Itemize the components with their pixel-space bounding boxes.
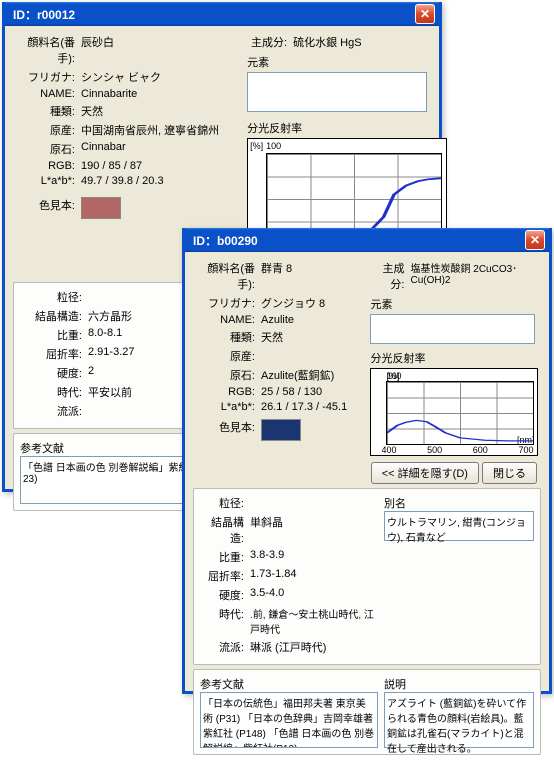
tick: 400	[381, 445, 396, 455]
label: 屈折率:	[20, 346, 88, 362]
label: 主成分:	[247, 34, 293, 50]
tick: 600	[473, 445, 488, 455]
kind: 天然	[261, 329, 367, 345]
alias-box[interactable]: ウルトラマリン, 紺青(コンジョウ), 石青など	[384, 511, 534, 541]
label: 粒径:	[200, 495, 250, 511]
label: 時代:	[200, 606, 250, 622]
window-title: ID：b00290	[189, 232, 525, 249]
color-swatch	[81, 197, 121, 219]
furigana: グンジョウ 8	[261, 295, 367, 311]
rgb: 190 / 85 / 87	[81, 160, 243, 172]
pigment-name: 群青 8	[261, 260, 367, 276]
label: NAME:	[193, 314, 261, 326]
desc-label: 説明	[384, 676, 534, 692]
era: .前, 鎌倉～安土桃山時代, 江戸時代	[250, 606, 378, 636]
furigana: シンシャ ビャク	[81, 69, 243, 85]
label: 原産:	[193, 348, 261, 364]
name-en: Cinnabarite	[81, 88, 243, 100]
rgb: 25 / 58 / 130	[261, 386, 367, 398]
label: 時代:	[20, 384, 88, 400]
label: RGB:	[193, 386, 261, 398]
element-box[interactable]	[370, 314, 535, 344]
tick: 700	[518, 445, 533, 455]
window-title: ID：r00012	[9, 6, 415, 23]
label: 原産:	[13, 122, 81, 138]
composition: 塩基性炭酸銅 2CuCO3･Cu(OH)2	[410, 260, 541, 286]
origin: 中国湖南省辰州, 遼寧省錦州	[81, 122, 243, 138]
label: 結晶構造:	[20, 308, 88, 324]
titlebar[interactable]: ID：b00290 ✕	[185, 228, 549, 252]
label: RGB:	[13, 160, 81, 172]
label: 比重:	[20, 327, 88, 343]
label: 硬度:	[200, 587, 250, 603]
y-unit: [%]	[250, 141, 263, 151]
description-box[interactable]: アズライト (藍銅鉱)を砕いて作られる青色の顔料(岩絵具)。藍銅鉱は孔雀石(マラ…	[384, 692, 534, 748]
label: 種類:	[193, 329, 261, 345]
raw-stone: Cinnabar	[81, 141, 243, 153]
label: 流派:	[20, 403, 88, 419]
label: 原石:	[13, 141, 81, 157]
label: 流派:	[200, 639, 250, 655]
label: 色見本:	[13, 197, 81, 213]
kind: 天然	[81, 103, 243, 119]
y-top: 100	[386, 371, 401, 381]
section-element: 元素	[370, 296, 541, 312]
name-en: Azulite	[261, 314, 367, 326]
label: L*a*b*:	[193, 401, 261, 413]
color-swatch	[261, 419, 301, 441]
tick: 500	[427, 445, 442, 455]
label: フリガナ:	[193, 295, 261, 311]
section-element: 元素	[247, 54, 431, 70]
toggle-details-button[interactable]: << 詳細を隠す(D)	[371, 462, 479, 484]
ref-label: 参考文献	[200, 676, 378, 692]
section-spectrum: 分光反射率	[247, 120, 431, 136]
label: 粒径:	[20, 289, 88, 305]
raw-stone: Azulite(藍銅鉱)	[261, 367, 367, 383]
refraction: 1.73-1.84	[250, 568, 378, 580]
titlebar[interactable]: ID：r00012 ✕	[5, 2, 439, 26]
y-top: 100	[266, 141, 281, 151]
label: 顔料名(番手):	[13, 34, 81, 66]
composition: 硫化水銀 HgS	[293, 34, 431, 50]
label: 結晶構造:	[200, 514, 250, 546]
alias-label: 別名	[384, 495, 534, 511]
close-button[interactable]: 閉じる	[482, 462, 537, 484]
window-b00290: ID：b00290 ✕ 顔料名(番手):群青 8 フリガナ:グンジョウ 8 NA…	[182, 228, 552, 694]
pigment-name: 辰砂白	[81, 34, 243, 50]
school: 琳派 (江戸時代)	[250, 639, 378, 655]
label: 顔料名(番手):	[193, 260, 261, 292]
close-icon[interactable]: ✕	[415, 4, 435, 24]
element-box[interactable]	[247, 72, 427, 112]
label: 屈折率:	[200, 568, 250, 584]
close-icon[interactable]: ✕	[525, 230, 545, 250]
label: 主成分:	[370, 260, 410, 292]
section-spectrum: 分光反射率	[370, 350, 541, 366]
hardness: 3.5-4.0	[250, 587, 378, 599]
label: 硬度:	[20, 365, 88, 381]
label: 原石:	[193, 367, 261, 383]
label: 比重:	[200, 549, 250, 565]
label: 種類:	[13, 103, 81, 119]
lab: 49.7 / 39.8 / 20.3	[81, 175, 243, 187]
label: NAME:	[13, 88, 81, 100]
crystal: 単斜晶	[250, 514, 378, 530]
spectrum-chart: [%] 100 [nm] 400 500 600 700	[370, 368, 538, 456]
label: 色見本:	[193, 419, 261, 435]
density: 3.8-3.9	[250, 549, 378, 561]
lab: 26.1 / 17.3 / -45.1	[261, 401, 367, 413]
label: フリガナ:	[13, 69, 81, 85]
references-list[interactable]: 「日本の伝統色」福田邦夫著 東京美術 (P31) 「日本の色辞典」吉岡幸雄著 紫…	[200, 692, 378, 748]
label: L*a*b*:	[13, 175, 81, 187]
